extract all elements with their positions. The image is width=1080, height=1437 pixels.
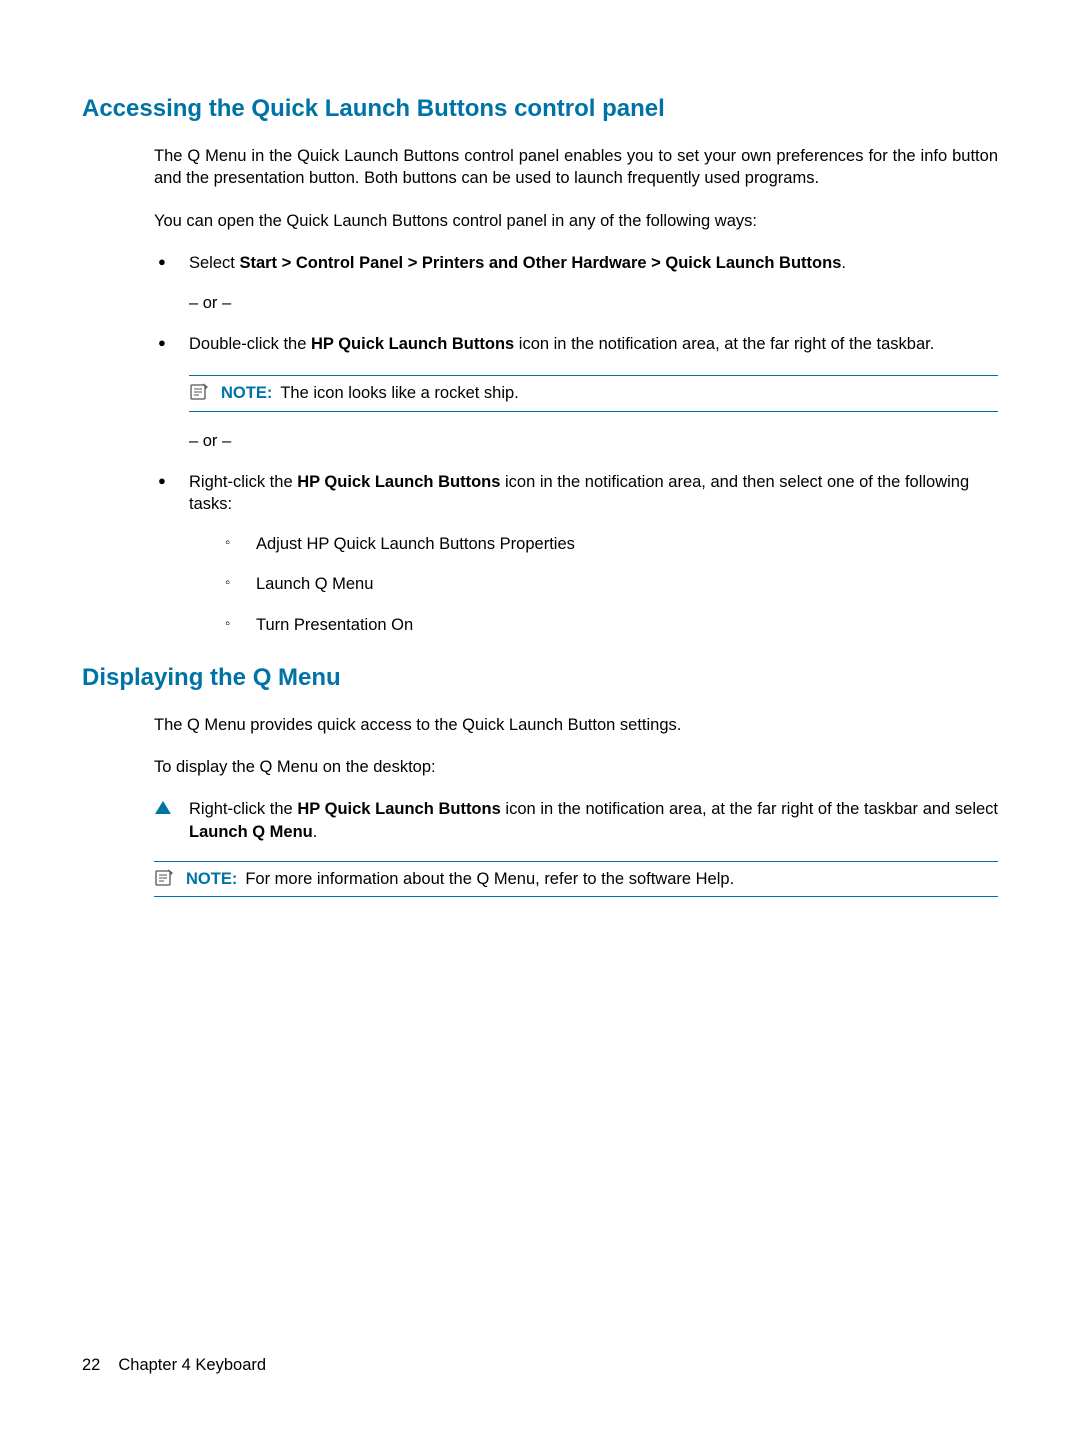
chapter-label: Chapter 4 Keyboard [118,1356,266,1374]
note-label: NOTE: [221,384,272,402]
section-accessing-control-panel: Accessing the Quick Launch Buttons contr… [82,95,998,636]
triangle-list-item: Right-click the HP Quick Launch Buttons … [154,798,998,843]
note-icon [189,383,209,401]
sublist: Adjust HP Quick Launch Buttons Propertie… [221,533,998,636]
list-item: Select Start > Control Panel > Printers … [154,252,998,274]
or-separator: – or – [189,432,998,451]
section-heading: Accessing the Quick Launch Buttons contr… [82,95,998,123]
sublist-item: Adjust HP Quick Launch Buttons Propertie… [221,533,998,555]
note-callout: NOTE: For more information about the Q Me… [154,861,998,897]
bullet-list: Select Start > Control Panel > Printers … [154,252,998,274]
sublist-item: Turn Presentation On [221,614,998,636]
section-heading: Displaying the Q Menu [82,664,998,692]
list-text-prefix: Right-click the [189,800,297,818]
list-text-suffix: icon in the notification area, at the fa… [514,335,934,353]
list-item: Right-click the HP Quick Launch Buttons … [154,471,998,636]
note-text: The icon looks like a rocket ship. [280,384,518,402]
bullet-list: Double-click the HP Quick Launch Buttons… [154,333,998,355]
list-text-suffix: . [313,823,318,841]
list-text-suffix: . [841,254,846,272]
list-text-bold: Start > Control Panel > Printers and Oth… [239,254,841,272]
section-displaying-q-menu: Displaying the Q Menu The Q Menu provide… [82,664,998,897]
list-item: Double-click the HP Quick Launch Buttons… [154,333,998,355]
list-text-bold: HP Quick Launch Buttons [297,800,500,818]
list-text-bold: Launch Q Menu [189,823,313,841]
page-number: 22 [82,1356,100,1374]
list-text-prefix: Select [189,254,239,272]
page-footer: 22 Chapter 4 Keyboard [82,1356,266,1375]
list-text-prefix: Right-click the [189,473,297,491]
list-text-prefix: Double-click the [189,335,311,353]
paragraph: The Q Menu provides quick access to the … [154,714,998,736]
note-text: For more information about the Q Menu, r… [245,870,734,888]
sublist-item: Launch Q Menu [221,573,998,595]
or-separator: – or – [189,294,998,313]
note-label: NOTE: [186,870,237,888]
list-text-bold: HP Quick Launch Buttons [297,473,500,491]
triangle-icon [154,800,172,815]
list-text-mid: icon in the notification area, at the fa… [501,800,998,818]
paragraph: To display the Q Menu on the desktop: [154,756,998,778]
note-icon [154,869,174,887]
paragraph: The Q Menu in the Quick Launch Buttons c… [154,145,998,190]
bullet-list: Right-click the HP Quick Launch Buttons … [154,471,998,636]
paragraph: You can open the Quick Launch Buttons co… [154,210,998,232]
note-callout: NOTE: The icon looks like a rocket ship. [189,375,998,411]
list-text-bold: HP Quick Launch Buttons [311,335,514,353]
document-page: Accessing the Quick Launch Buttons contr… [0,0,1080,1437]
